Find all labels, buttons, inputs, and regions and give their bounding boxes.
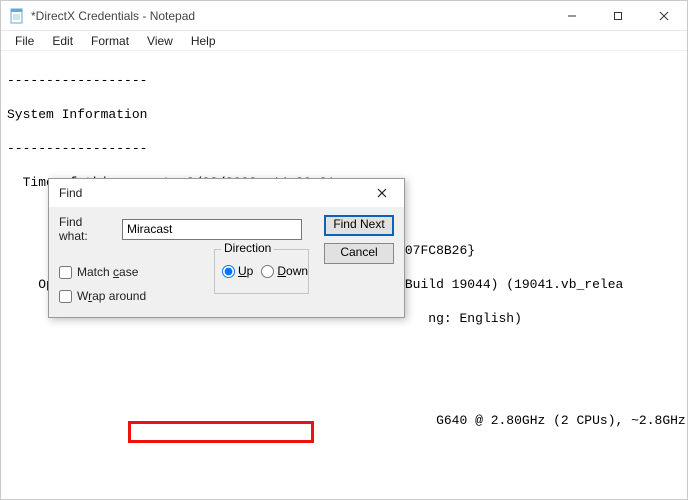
doc-line: ------------------ <box>7 72 681 89</box>
find-next-button[interactable]: Find Next <box>324 215 394 236</box>
doc-line: G640 @ 2.80GHz (2 CPUs), ~2.8GHz <box>7 412 681 429</box>
find-title: Find <box>59 186 366 200</box>
menu-view[interactable]: View <box>139 32 181 50</box>
find-dialog: Find Find what: Find Next Cancel Directi… <box>48 178 405 318</box>
doc-line: System Information <box>7 106 681 123</box>
maximize-button[interactable] <box>595 1 641 30</box>
radio-up[interactable]: Up <box>222 264 253 278</box>
window-title: *DirectX Credentials - Notepad <box>31 9 549 23</box>
menu-help[interactable]: Help <box>183 32 224 50</box>
caption-buttons <box>549 1 687 30</box>
titlebar: *DirectX Credentials - Notepad <box>1 1 687 31</box>
find-close-button[interactable] <box>366 179 398 207</box>
doc-line <box>7 378 681 395</box>
menu-format[interactable]: Format <box>83 32 137 50</box>
notepad-icon <box>9 8 25 24</box>
menu-file[interactable]: File <box>7 32 42 50</box>
doc-line <box>7 446 681 463</box>
radio-down[interactable]: Down <box>261 264 308 278</box>
cancel-button[interactable]: Cancel <box>324 243 394 264</box>
doc-line: ------------------ <box>7 140 681 157</box>
match-case-checkbox[interactable]: Match case <box>59 265 146 279</box>
find-titlebar: Find <box>49 179 404 207</box>
minimize-button[interactable] <box>549 1 595 30</box>
find-what-input[interactable] <box>122 219 302 240</box>
menubar: File Edit Format View Help <box>1 31 687 51</box>
direction-group: Direction Up Down <box>214 249 309 294</box>
find-body: Find what: Find Next Cancel Direction Up… <box>49 207 404 317</box>
direction-label: Direction <box>221 241 274 255</box>
close-button[interactable] <box>641 1 687 30</box>
doc-line <box>7 480 681 497</box>
notepad-window: *DirectX Credentials - Notepad File Edit… <box>0 0 688 500</box>
wrap-around-checkbox[interactable]: Wrap around <box>59 289 146 303</box>
find-what-label: Find what: <box>59 215 114 243</box>
menu-edit[interactable]: Edit <box>44 32 81 50</box>
doc-line <box>7 344 681 361</box>
